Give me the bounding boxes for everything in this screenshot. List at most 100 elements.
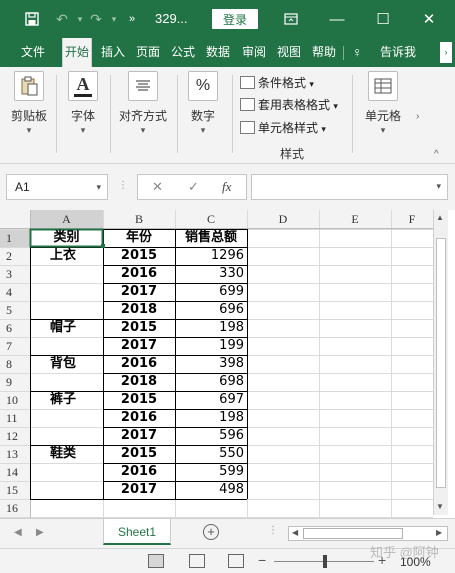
horizontal-scrollbar[interactable]: ◀ ▶ <box>288 526 448 541</box>
row-header[interactable]: 12 <box>0 427 30 445</box>
tab-file[interactable]: 文件 <box>19 38 47 67</box>
normal-view-icon[interactable] <box>148 554 164 568</box>
alignment-group[interactable]: 对齐方式 ▾ <box>115 71 171 136</box>
save-icon[interactable] <box>22 9 42 29</box>
ribbon-display-options-icon[interactable] <box>280 8 302 30</box>
login-button[interactable]: 登录 <box>212 9 258 29</box>
sales-cell[interactable]: 599 <box>175 463 247 481</box>
drag-handle-icon[interactable]: ⋮ <box>268 525 278 536</box>
column-header-a[interactable]: A <box>30 212 103 227</box>
sales-cell[interactable]: 698 <box>175 373 247 391</box>
collapse-ribbon-icon[interactable]: ^ <box>434 149 439 160</box>
add-sheet-icon[interactable]: + <box>203 524 219 540</box>
column-header-c[interactable]: C <box>175 212 247 227</box>
sheet-next-icon[interactable]: ▶ <box>36 527 44 538</box>
scroll-down-icon[interactable]: ▼ <box>436 502 444 511</box>
year-cell[interactable]: 2015 <box>103 247 175 265</box>
page-layout-view-icon[interactable] <box>189 554 205 568</box>
column-header-d[interactable]: D <box>247 212 319 227</box>
year-cell[interactable]: 2017 <box>103 283 175 301</box>
row-header[interactable]: 1 <box>0 229 30 247</box>
category-cell[interactable]: 上衣 <box>50 247 76 265</box>
format-as-table-button[interactable]: 套用表格格式 ▾ <box>240 95 338 115</box>
drag-handle-icon[interactable]: ⋮ <box>118 180 128 191</box>
tab-help[interactable]: 帮助 <box>310 38 338 67</box>
year-cell[interactable]: 2018 <box>103 301 175 319</box>
row-header[interactable]: 9 <box>0 373 30 391</box>
tab-insert[interactable]: 插入 <box>99 38 127 67</box>
redo-dropdown-icon[interactable]: ▾ <box>104 9 124 29</box>
year-cell[interactable]: 2017 <box>103 427 175 445</box>
insert-function-icon[interactable]: fx <box>222 179 231 195</box>
redo-icon[interactable]: ↷ <box>86 9 106 29</box>
tab-review[interactable]: 审阅 <box>240 38 268 67</box>
year-cell[interactable]: 2015 <box>103 319 175 337</box>
cancel-icon[interactable]: ✕ <box>152 179 163 195</box>
year-cell[interactable]: 2016 <box>103 265 175 283</box>
sales-cell[interactable]: 1296 <box>175 247 247 265</box>
year-cell[interactable]: 2018 <box>103 373 175 391</box>
row-header[interactable]: 8 <box>0 355 30 373</box>
row-header[interactable]: 14 <box>0 463 30 481</box>
sales-cell[interactable]: 699 <box>175 283 247 301</box>
row-header[interactable]: 3 <box>0 265 30 283</box>
column-header-e[interactable]: E <box>319 212 391 227</box>
tab-page-layout[interactable]: 页面 <box>134 38 162 67</box>
tab-home[interactable]: 开始 <box>62 38 93 67</box>
sales-cell[interactable]: 550 <box>175 445 247 463</box>
sales-cell[interactable]: 696 <box>175 301 247 319</box>
row-header[interactable]: 5 <box>0 301 30 319</box>
column-header-f[interactable]: F <box>391 212 433 227</box>
year-cell[interactable]: 2015 <box>103 391 175 409</box>
vertical-scrollbar[interactable]: ▲ ▼ <box>433 210 448 515</box>
header-cell[interactable]: 类别 <box>30 229 103 247</box>
row-header[interactable]: 10 <box>0 391 30 409</box>
sales-cell[interactable]: 199 <box>175 337 247 355</box>
tab-view[interactable]: 视图 <box>275 38 303 67</box>
year-cell[interactable]: 2017 <box>103 481 175 499</box>
number-group[interactable]: % 数字 ▾ <box>182 71 224 136</box>
category-cell[interactable]: 背包 <box>50 355 76 373</box>
close-icon[interactable]: ✕ <box>418 8 440 30</box>
cells-group[interactable]: 单元格 ▾ <box>359 71 407 136</box>
zoom-slider-knob[interactable] <box>323 555 327 568</box>
year-cell[interactable]: 2017 <box>103 337 175 355</box>
cell-styles-button[interactable]: 单元格样式 ▾ <box>240 118 326 138</box>
header-cell[interactable]: 年份 <box>103 229 175 247</box>
category-cell[interactable]: 鞋类 <box>50 445 76 463</box>
enter-icon[interactable]: ✓ <box>188 179 199 195</box>
column-header-b[interactable]: B <box>103 212 175 227</box>
ribbon-scroll-right-icon[interactable]: › <box>416 111 419 122</box>
font-group[interactable]: A 字体 ▾ <box>62 71 104 136</box>
row-header[interactable]: 13 <box>0 445 30 463</box>
name-box[interactable]: A1 ▾ <box>6 174 108 200</box>
sales-cell[interactable]: 697 <box>175 391 247 409</box>
worksheet-grid[interactable]: A B C D E F 1 类别 年份 销售总额 2 上衣 2015 1296 3 2016 330 4 2017 6… <box>0 210 455 518</box>
year-cell[interactable]: 2016 <box>103 409 175 427</box>
sheet-tab-sheet1[interactable]: Sheet1 <box>103 519 171 545</box>
formula-input[interactable]: ▾ <box>251 174 448 200</box>
sales-cell[interactable]: 330 <box>175 265 247 283</box>
minimize-icon[interactable]: — <box>326 8 348 30</box>
sales-cell[interactable]: 596 <box>175 427 247 445</box>
page-break-preview-icon[interactable] <box>228 554 244 568</box>
scroll-right-icon[interactable]: ▶ <box>436 528 442 537</box>
sales-cell[interactable]: 398 <box>175 355 247 373</box>
year-cell[interactable]: 2016 <box>103 463 175 481</box>
row-header[interactable]: 2 <box>0 247 30 265</box>
sheet-prev-icon[interactable]: ◀ <box>14 527 22 538</box>
scroll-up-icon[interactable]: ▲ <box>436 213 444 222</box>
row-header[interactable]: 11 <box>0 409 30 427</box>
row-header[interactable]: 6 <box>0 319 30 337</box>
conditional-formatting-button[interactable]: 条件格式 ▾ <box>240 73 314 93</box>
chevron-down-icon[interactable]: ▾ <box>96 175 101 199</box>
chevron-down-icon[interactable]: ▾ <box>436 181 441 192</box>
category-cell[interactable]: 帽子 <box>50 319 76 337</box>
sales-cell[interactable]: 198 <box>175 319 247 337</box>
year-cell[interactable]: 2016 <box>103 355 175 373</box>
sales-cell[interactable]: 198 <box>175 409 247 427</box>
zoom-out-icon[interactable]: − <box>258 552 266 568</box>
tell-me-search[interactable]: 告诉我 <box>378 38 418 67</box>
sales-cell[interactable]: 498 <box>175 481 247 499</box>
vertical-scroll-thumb[interactable] <box>436 238 446 488</box>
